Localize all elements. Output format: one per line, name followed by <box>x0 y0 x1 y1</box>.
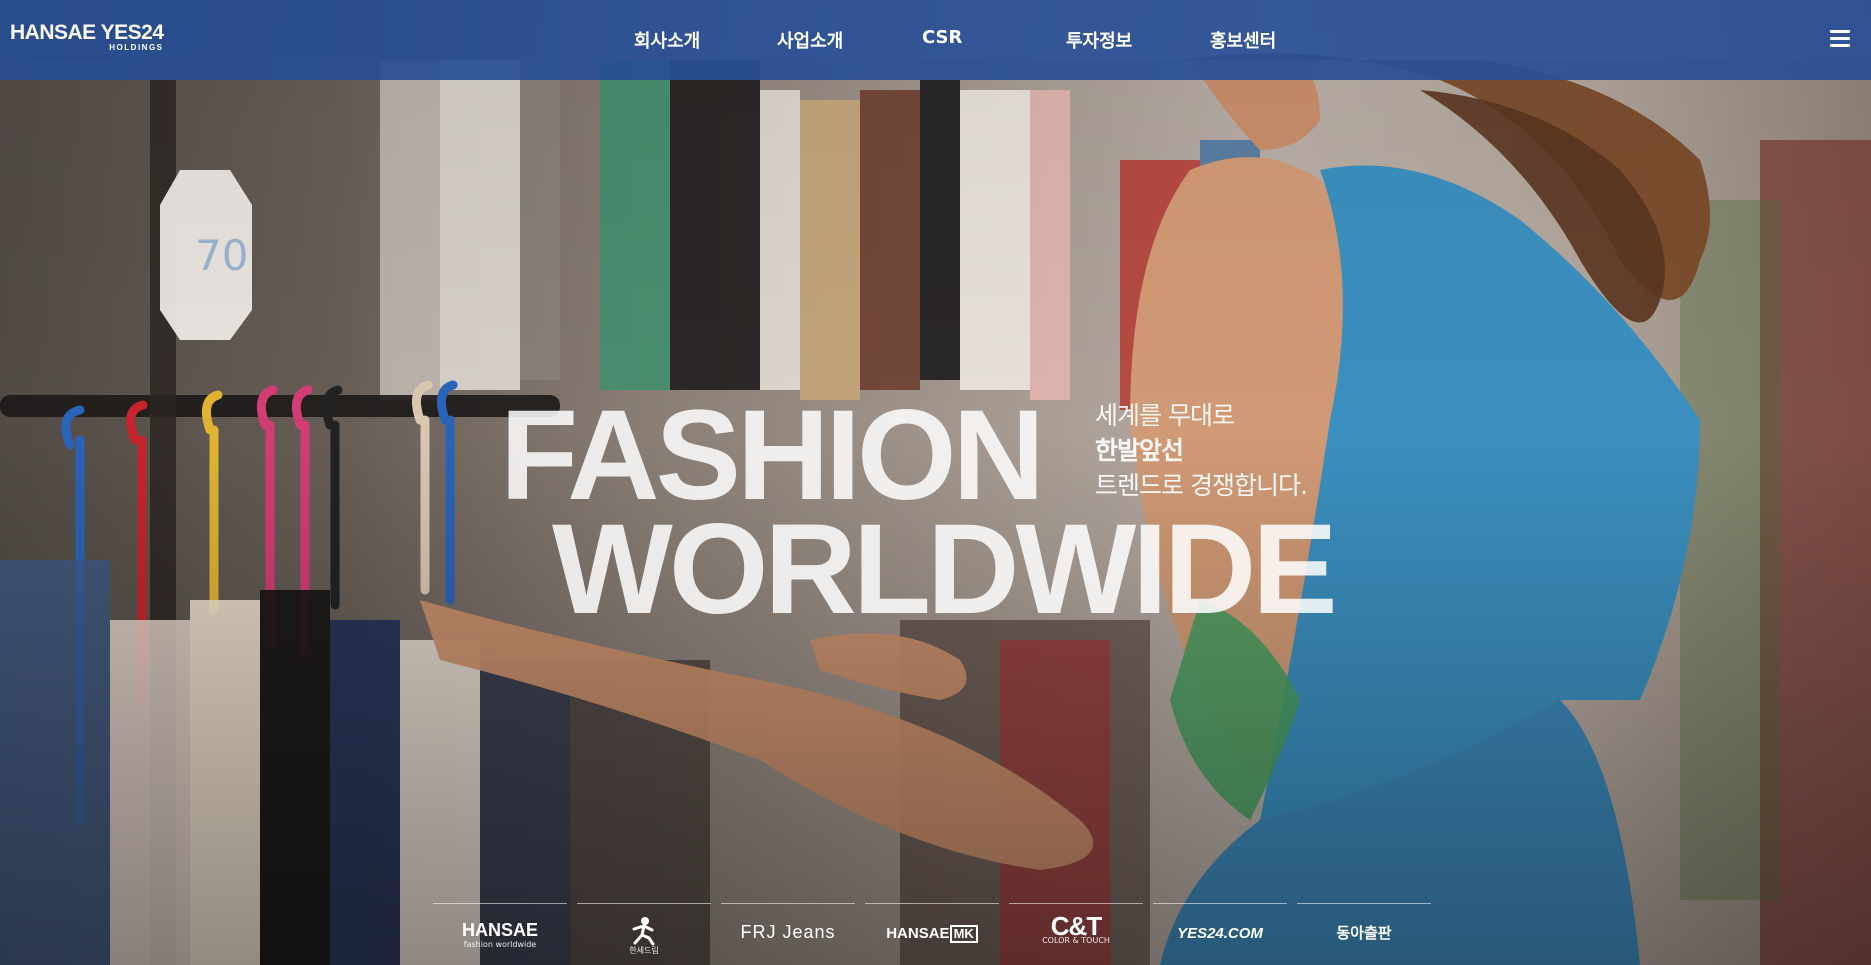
hamburger-menu-icon[interactable] <box>1830 30 1850 48</box>
brand-hansae[interactable]: HANSAE fashion worldwide <box>433 903 567 965</box>
company-logo[interactable]: HANSAE YES24 HOLDINGS <box>10 22 164 52</box>
tagline-line1: 세계를 무대로 <box>1095 401 1235 430</box>
tagline-line2: 한발앞선 <box>1095 436 1184 465</box>
brand-hansae-mk-label: HANSAE MK <box>865 924 999 944</box>
brand-strip: HANSAE fashion worldwide 한세드림 FRJ Jeans … <box>433 903 1433 965</box>
hero-headline-line2: WORLDWIDE <box>552 498 1338 641</box>
hero-tagline: 세계를 무대로 한발앞선 트렌드로 경쟁합니다. <box>1095 398 1308 503</box>
running-figure-icon <box>632 917 655 946</box>
brand-hansae-mk-name: HANSAE <box>886 925 950 942</box>
brand-c-and-t[interactable]: C&T COLOR & TOUCH <box>1009 903 1143 965</box>
brand-donga-publishing[interactable]: 동아출판 <box>1297 903 1431 965</box>
nav-item-business[interactable]: 사업소개 <box>777 27 843 53</box>
logo-sub-text: HOLDINGS <box>109 43 164 52</box>
logo-main-text: HANSAE YES24 <box>10 21 164 44</box>
brand-c-and-t-sub: COLOR & TOUCH <box>1042 936 1110 945</box>
brand-yes24[interactable]: YES24.COM <box>1153 903 1287 965</box>
nav-item-investor[interactable]: 투자정보 <box>1066 27 1132 53</box>
nav-item-csr[interactable]: CSR <box>922 27 962 48</box>
page: 70 <box>0 0 1871 965</box>
site-header: HANSAE YES24 HOLDINGS 회사소개 사업소개 CSR 투자정보… <box>0 0 1871 80</box>
brand-hansae-dream-sub: 한세드림 <box>629 946 659 955</box>
brand-hansae-mk[interactable]: HANSAE MK <box>865 903 999 965</box>
brand-donga-publishing-name: 동아출판 <box>1336 925 1392 942</box>
brand-hansae-name: HANSAE <box>461 920 538 940</box>
brand-frj-jeans[interactable]: FRJ Jeans <box>721 903 855 965</box>
brand-hansae-sub: fashion worldwide <box>463 940 537 949</box>
brand-frj-jeans-name: FRJ Jeans <box>740 922 836 942</box>
nav-item-company[interactable]: 회사소개 <box>634 27 700 53</box>
brand-yes24-name: YES24.COM <box>1177 925 1263 942</box>
brand-hansae-mk-badge: MK <box>949 925 978 944</box>
nav-item-pr-center[interactable]: 홍보센터 <box>1210 27 1276 53</box>
tagline-line3: 트렌드로 경쟁합니다. <box>1095 471 1308 500</box>
brand-c-and-t-name: C&T <box>1050 911 1102 941</box>
brand-hansae-dream[interactable]: 한세드림 <box>577 903 711 965</box>
